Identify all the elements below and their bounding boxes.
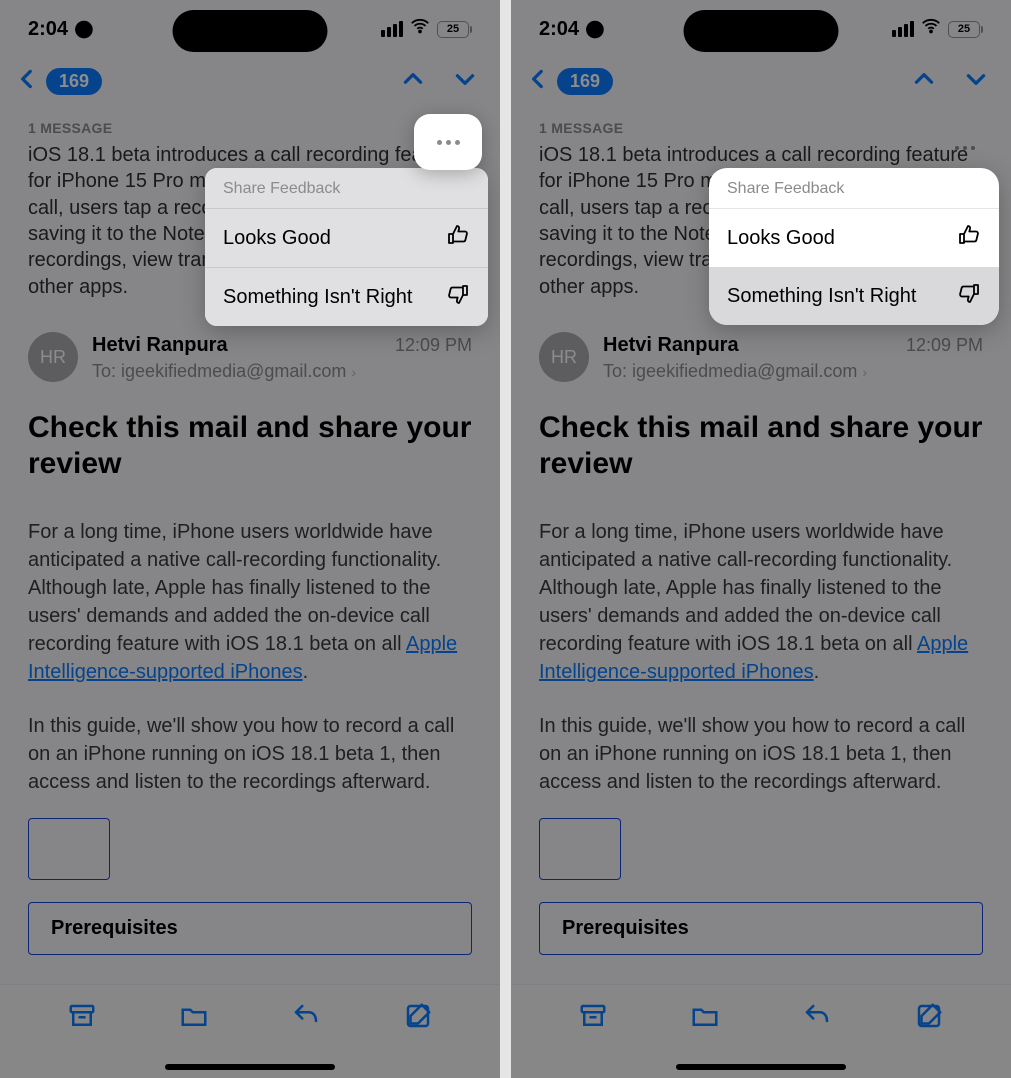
previous-message-button[interactable] — [400, 66, 426, 97]
next-message-button[interactable] — [963, 66, 989, 97]
sender-name[interactable]: Hetvi Ranpura — [603, 332, 739, 359]
popover-header: Share Feedback — [709, 168, 999, 208]
archive-button[interactable] — [578, 1001, 608, 1036]
feedback-something-wrong[interactable]: Something Isn't Right — [205, 267, 488, 326]
recipient-line[interactable]: To: igeekifiedmedia@gmail.com › — [603, 359, 983, 383]
sent-time: 12:09 PM — [906, 333, 983, 357]
prerequisites-box: Prerequisites — [28, 902, 472, 955]
cellular-signal-icon — [892, 21, 914, 37]
prerequisites-box: Prerequisites — [539, 902, 983, 955]
more-options-button[interactable] — [414, 114, 482, 170]
ellipsis-icon — [955, 146, 975, 150]
back-button[interactable] — [525, 66, 551, 97]
screenshot-right: 2:04 25 169 1 MESSAGE iOS 18.1 beta — [511, 0, 1011, 1078]
popover-header: Share Feedback — [205, 168, 488, 208]
email-paragraph-2: In this guide, we'll show you how to rec… — [539, 712, 983, 796]
dynamic-island — [173, 10, 328, 52]
battery-icon: 25 — [948, 21, 983, 38]
email-subject: Check this mail and share your review — [28, 410, 472, 482]
email-paragraph-1: For a long time, iPhone users worldwide … — [539, 518, 983, 686]
thumbs-up-icon — [957, 223, 981, 253]
message-count-label: 1 MESSAGE — [28, 119, 472, 138]
nav-bar: 169 — [0, 58, 500, 119]
thumbs-up-icon — [446, 223, 470, 253]
sent-time: 12:09 PM — [395, 333, 472, 357]
sender-avatar[interactable]: HR — [539, 332, 589, 382]
move-folder-button[interactable] — [179, 1001, 209, 1036]
ellipsis-icon — [437, 140, 460, 145]
recipient-line[interactable]: To: igeekifiedmedia@gmail.com › — [92, 359, 472, 383]
embedded-image-placeholder — [28, 818, 110, 880]
thumbs-down-icon — [446, 282, 470, 312]
message-count-label: 1 MESSAGE — [539, 119, 983, 138]
dynamic-island — [684, 10, 839, 52]
more-options-button[interactable] — [945, 128, 985, 168]
home-indicator[interactable] — [165, 1064, 335, 1070]
email-paragraph-1: For a long time, iPhone users worldwide … — [28, 518, 472, 686]
move-folder-button[interactable] — [690, 1001, 720, 1036]
inbox-count-badge[interactable]: 169 — [46, 68, 102, 95]
archive-button[interactable] — [67, 1001, 97, 1036]
status-bar: 2:04 25 — [511, 0, 1011, 58]
silent-mode-icon — [585, 18, 605, 41]
sender-name[interactable]: Hetvi Ranpura — [92, 332, 228, 359]
status-time: 2:04 — [539, 18, 579, 41]
reply-button[interactable] — [291, 1001, 321, 1036]
screenshot-left: 2:04 25 169 1 MESSAGE iOS 18.1 beta — [0, 0, 500, 1078]
email-subject: Check this mail and share your review — [539, 410, 983, 482]
previous-message-button[interactable] — [911, 66, 937, 97]
next-message-button[interactable] — [452, 66, 478, 97]
compose-button[interactable] — [403, 1001, 433, 1036]
embedded-image-placeholder — [539, 818, 621, 880]
share-feedback-popover: Share Feedback Looks Good Something Isn'… — [205, 168, 488, 326]
status-bar: 2:04 25 — [0, 0, 500, 58]
sender-avatar[interactable]: HR — [28, 332, 78, 382]
compose-button[interactable] — [914, 1001, 944, 1036]
wifi-icon — [920, 15, 942, 43]
feedback-something-wrong[interactable]: Something Isn't Right — [709, 267, 999, 325]
silent-mode-icon — [74, 18, 94, 41]
nav-bar: 169 — [511, 58, 1011, 119]
feedback-looks-good[interactable]: Looks Good — [709, 208, 999, 267]
cellular-signal-icon — [381, 21, 403, 37]
email-paragraph-2: In this guide, we'll show you how to rec… — [28, 712, 472, 796]
status-time: 2:04 — [28, 18, 68, 41]
share-feedback-popover: Share Feedback Looks Good Something Isn'… — [709, 168, 999, 325]
thumbs-down-icon — [957, 281, 981, 311]
wifi-icon — [409, 15, 431, 43]
home-indicator[interactable] — [676, 1064, 846, 1070]
battery-icon: 25 — [437, 21, 472, 38]
inbox-count-badge[interactable]: 169 — [557, 68, 613, 95]
feedback-looks-good[interactable]: Looks Good — [205, 208, 488, 267]
chevron-right-icon: › — [351, 364, 356, 380]
chevron-right-icon: › — [862, 364, 867, 380]
reply-button[interactable] — [802, 1001, 832, 1036]
back-button[interactable] — [14, 66, 40, 97]
